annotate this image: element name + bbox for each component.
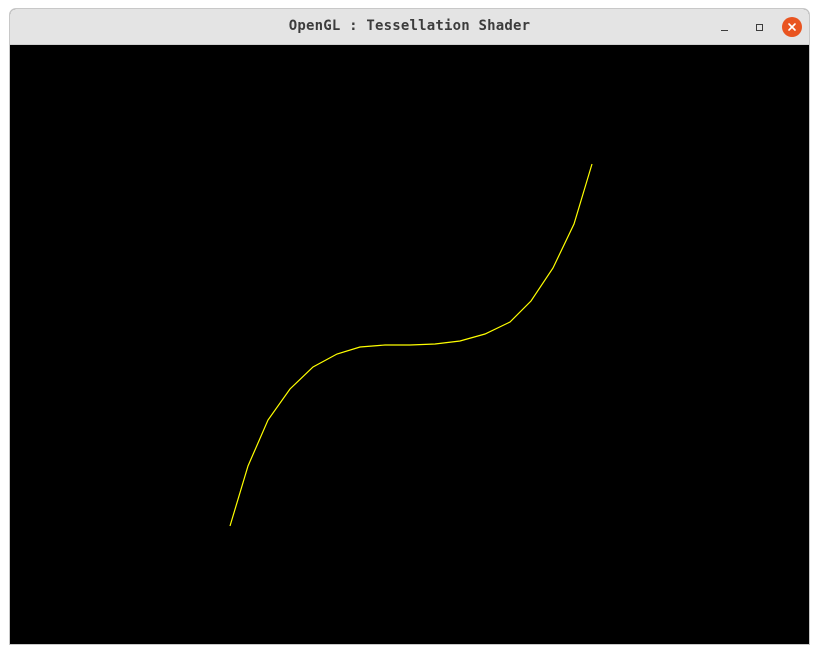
- close-button[interactable]: [782, 17, 802, 37]
- render-surface: [229, 163, 593, 527]
- tessellated-curve: [229, 163, 593, 527]
- maximize-button[interactable]: [749, 17, 769, 37]
- close-icon: [788, 23, 796, 31]
- opengl-viewport[interactable]: [10, 45, 809, 644]
- maximize-icon: [755, 23, 763, 31]
- minimize-icon: [720, 29, 728, 32]
- window-title: OpenGL : Tessellation Shader: [288, 18, 531, 34]
- minimize-button[interactable]: [714, 17, 734, 37]
- opengl-window: OpenGL : Tessellation Shader: [9, 8, 810, 645]
- title-bar[interactable]: OpenGL : Tessellation Shader: [10, 9, 809, 45]
